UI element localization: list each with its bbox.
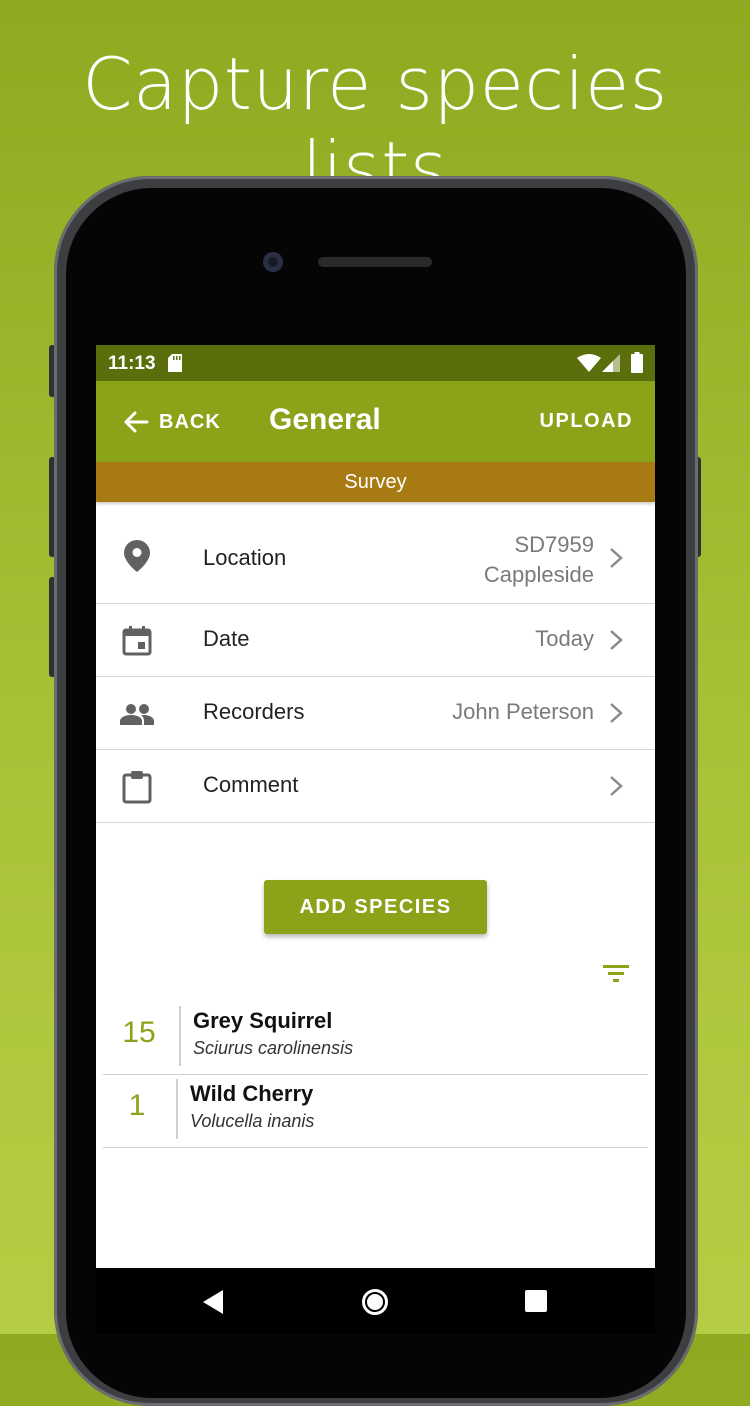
comment-row[interactable]: Comment — [96, 750, 655, 823]
clipboard-icon — [122, 771, 152, 804]
app-screen: 11:13 BACK General UPLOAD Survey Locatio… — [96, 345, 655, 1334]
chevron-right-icon — [610, 630, 623, 650]
species-count[interactable]: 15 — [103, 1016, 175, 1050]
page-title: General — [269, 403, 381, 436]
arrow-left-icon — [124, 411, 149, 433]
wifi-icon — [577, 354, 601, 372]
app-bar: BACK General UPLOAD — [96, 381, 655, 462]
navigation-bar — [96, 1268, 655, 1334]
species-count[interactable]: 1 — [101, 1089, 173, 1123]
chevron-right-icon — [610, 703, 623, 723]
calendar-icon — [122, 626, 152, 656]
comment-label: Comment — [203, 772, 299, 797]
front-camera — [263, 252, 283, 272]
survey-label: Survey — [96, 462, 655, 502]
nav-back-icon[interactable] — [202, 1290, 224, 1314]
add-species-button[interactable]: ADD SPECIES — [264, 880, 487, 934]
recorders-label: Recorders — [203, 699, 305, 724]
species-list-item[interactable]: 1 Wild Cherry Volucella inanis — [103, 1075, 648, 1148]
recorders-value: John Peterson — [452, 699, 594, 724]
back-button-label: BACK — [159, 410, 221, 433]
species-divider — [179, 1006, 181, 1066]
location-label: Location — [203, 545, 287, 570]
species-common-name: Grey Squirrel — [193, 1008, 333, 1033]
people-icon — [120, 704, 154, 725]
date-row[interactable]: Date Today — [96, 604, 655, 677]
species-list-item[interactable]: 15 Grey Squirrel Sciurus carolinensis — [103, 1002, 648, 1075]
location-value: SD7959 Cappleside — [484, 530, 594, 590]
location-grid-ref: SD7959 — [514, 532, 594, 557]
map-marker-icon — [124, 540, 150, 572]
earpiece-speaker — [318, 257, 432, 267]
sort-filter-icon[interactable] — [603, 963, 629, 983]
chevron-right-icon — [610, 776, 623, 796]
nav-home-icon[interactable] — [361, 1288, 389, 1316]
species-latin-name: Volucella inanis — [190, 1111, 315, 1131]
location-row[interactable]: Location SD7959 Cappleside — [96, 502, 655, 604]
status-bar: 11:13 — [96, 345, 655, 381]
species-common-name: Wild Cherry — [190, 1081, 314, 1106]
status-time: 11:13 — [108, 353, 156, 374]
chevron-right-icon — [610, 548, 623, 568]
back-button[interactable]: BACK — [123, 405, 221, 439]
recorders-row[interactable]: Recorders John Peterson — [96, 677, 655, 750]
nav-recents-icon[interactable] — [525, 1290, 547, 1312]
upload-button[interactable]: UPLOAD — [540, 410, 633, 433]
location-place-name: Cappleside — [483, 562, 594, 587]
signal-icon — [602, 354, 620, 372]
sd-card-icon — [168, 354, 182, 372]
species-latin-name: Sciurus carolinensis — [193, 1038, 354, 1058]
species-divider — [176, 1079, 178, 1139]
battery-icon — [631, 352, 643, 373]
date-label: Date — [203, 626, 250, 651]
date-value: Today — [535, 626, 594, 651]
